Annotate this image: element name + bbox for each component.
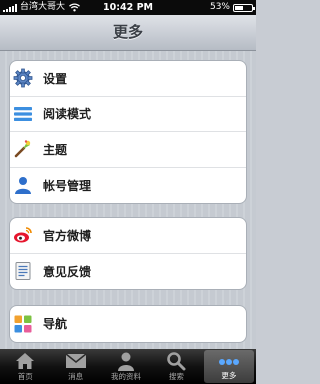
menu-item-settings[interactable]: 设置 xyxy=(10,61,246,97)
menu-item-label: 阅读模式 xyxy=(43,107,92,122)
envelope-icon xyxy=(50,349,100,373)
tab-home[interactable]: 首页 xyxy=(0,349,50,384)
menu-item-label: 意见反馈 xyxy=(43,264,92,279)
reading-mode-icon xyxy=(13,104,33,124)
tab-more[interactable]: 更多 xyxy=(203,350,255,383)
navigation-bar: 更多 xyxy=(0,15,256,51)
menu-item-label: 导航 xyxy=(43,317,68,332)
tab-label: 搜索 xyxy=(168,372,184,381)
more-menu-list: 设置 阅读模式 主题 帐号管理 官方微博 意见反馈 导航 xyxy=(0,51,256,349)
theme-brush-icon xyxy=(13,139,33,159)
menu-item-account-management[interactable]: 帐号管理 xyxy=(10,168,246,204)
weibo-icon xyxy=(13,225,33,245)
grid-icon xyxy=(13,314,33,334)
tab-label: 我的资料 xyxy=(111,372,142,381)
menu-item-label: 主题 xyxy=(43,142,68,157)
person-icon xyxy=(101,349,151,373)
menu-group-social: 官方微博 意见反馈 xyxy=(9,217,247,290)
menu-item-reading-mode[interactable]: 阅读模式 xyxy=(10,97,246,132)
tab-search[interactable]: 搜索 xyxy=(151,349,201,384)
person-icon xyxy=(13,175,33,195)
home-icon xyxy=(0,349,50,373)
battery-percent: 53% xyxy=(209,2,230,12)
menu-item-label: 官方微博 xyxy=(43,228,92,243)
menu-item-label: 设置 xyxy=(43,71,68,86)
battery-icon xyxy=(233,3,255,12)
tab-label: 更多 xyxy=(221,371,237,380)
tab-messages[interactable]: 消息 xyxy=(50,349,100,384)
tab-label: 首页 xyxy=(17,372,33,381)
page-title: 更多 xyxy=(112,23,143,41)
menu-item-feedback[interactable]: 意见反馈 xyxy=(10,254,246,290)
tab-label: 消息 xyxy=(68,372,84,381)
menu-item-label: 帐号管理 xyxy=(43,178,92,193)
menu-item-official-weibo[interactable]: 官方微博 xyxy=(10,218,246,254)
gear-icon xyxy=(13,68,33,88)
status-bar: 台湾大哥大 10:42 PM 53% xyxy=(0,0,256,15)
menu-group-navigation: 导航 xyxy=(9,305,247,343)
document-icon xyxy=(13,261,33,281)
menu-item-navigation[interactable]: 导航 xyxy=(10,306,246,342)
search-icon xyxy=(151,349,201,373)
status-bar-right: 53% xyxy=(209,0,255,15)
menu-item-theme[interactable]: 主题 xyxy=(10,132,246,168)
menu-group-general: 设置 阅读模式 主题 帐号管理 xyxy=(9,60,247,204)
tab-my-profile[interactable]: 我的资料 xyxy=(101,349,151,384)
tab-bar: 首页 消息 我的资料 搜索 更多 xyxy=(0,349,256,384)
